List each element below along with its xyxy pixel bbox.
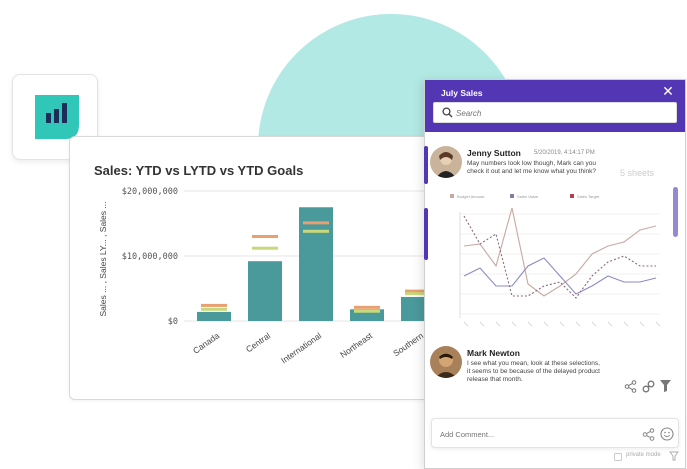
x-tick bbox=[479, 321, 485, 327]
x-tick bbox=[607, 321, 613, 327]
goal-marker bbox=[354, 309, 380, 313]
ly-marker bbox=[252, 235, 278, 238]
scrollbar[interactable] bbox=[673, 187, 678, 237]
x-tick bbox=[511, 321, 517, 327]
snapshot-line-chart[interactable]: Budget Amount Sales Value Sales Target bbox=[438, 186, 666, 336]
share-icon[interactable] bbox=[642, 428, 655, 441]
x-tick bbox=[575, 321, 581, 327]
bar bbox=[197, 311, 231, 321]
x-tick bbox=[495, 321, 501, 327]
x-tick bbox=[591, 321, 597, 327]
y-tick-label: $20,000,000 bbox=[122, 187, 178, 197]
add-comment-box[interactable] bbox=[431, 418, 679, 448]
search-input[interactable] bbox=[456, 106, 666, 120]
sales-bar-chart: $0 $10,000,000 $20,000,000 Sales ... , Sale… bbox=[98, 187, 450, 365]
user-avatar-icon bbox=[430, 346, 462, 378]
share-icon[interactable] bbox=[624, 380, 637, 393]
active-comment-marker bbox=[424, 146, 428, 184]
emoji-icon[interactable] bbox=[660, 427, 674, 441]
panel-header: July Sales ✕ bbox=[425, 80, 685, 132]
comment-line: May numbers look low though, Mark can yo… bbox=[467, 160, 596, 167]
avatar bbox=[430, 146, 462, 178]
legend-swatch bbox=[510, 194, 514, 198]
active-snapshot-marker bbox=[424, 208, 428, 260]
search-icon bbox=[442, 107, 453, 118]
ly-marker bbox=[201, 303, 227, 307]
comment-line: it seems to be because of the delayed pr… bbox=[467, 368, 600, 376]
filter-icon[interactable] bbox=[669, 451, 679, 461]
y-axis-label: Sales ... , Sales LY... , Sales ... bbox=[98, 202, 108, 317]
x-tick-label: Canada bbox=[191, 330, 221, 355]
sheet-count-label: 5 sheets bbox=[620, 168, 655, 178]
x-tick bbox=[655, 321, 661, 327]
x-tick bbox=[639, 321, 645, 327]
sales-chart-card: Sales: YTD vs LYTD vs YTD Goals $0 $10,00… bbox=[69, 136, 450, 400]
x-tick-label: International bbox=[279, 330, 323, 365]
x-tick bbox=[559, 321, 565, 327]
y-tick-label: $10,000,000 bbox=[122, 252, 178, 262]
x-tick-label: Northeast bbox=[338, 330, 374, 360]
comment-author: Jenny Sutton bbox=[467, 148, 521, 158]
legend-label: Sales Target bbox=[577, 194, 600, 199]
legend-swatch bbox=[570, 194, 574, 198]
x-tick bbox=[527, 321, 533, 327]
ly-marker bbox=[303, 221, 329, 225]
comment-input[interactable] bbox=[440, 427, 620, 441]
comment-line: I see what you mean, look at these selec… bbox=[467, 360, 600, 367]
legend-label: Budget Amount bbox=[457, 194, 485, 199]
close-icon[interactable]: ✕ bbox=[661, 84, 675, 98]
link-icon[interactable] bbox=[642, 380, 655, 393]
x-tick bbox=[463, 321, 469, 327]
search-box[interactable] bbox=[433, 102, 677, 123]
x-tick bbox=[543, 321, 549, 327]
goal-marker bbox=[201, 307, 227, 311]
legend-label: Sales Value bbox=[517, 194, 539, 199]
private-mode-checkbox[interactable] bbox=[614, 453, 622, 461]
x-tick bbox=[623, 321, 629, 327]
goal-marker bbox=[252, 246, 278, 250]
legend-swatch bbox=[450, 194, 454, 198]
bar bbox=[248, 261, 282, 321]
private-mode-label: private mode bbox=[626, 452, 661, 458]
comment-author: Mark Newton bbox=[467, 348, 520, 358]
y-tick-label: $0 bbox=[168, 317, 178, 327]
avatar bbox=[430, 346, 462, 378]
comment-timestamp: 5/20/2019, 4:14:17 PM bbox=[534, 150, 595, 156]
panel-title: July Sales bbox=[441, 88, 483, 98]
ly-marker bbox=[354, 305, 380, 309]
filter-icon[interactable] bbox=[659, 379, 672, 393]
series-line bbox=[463, 257, 657, 295]
goal-marker bbox=[303, 229, 329, 233]
user-avatar-icon bbox=[430, 146, 462, 178]
x-tick-label: Central bbox=[244, 330, 272, 354]
x-tick-label: Southern bbox=[391, 330, 425, 358]
